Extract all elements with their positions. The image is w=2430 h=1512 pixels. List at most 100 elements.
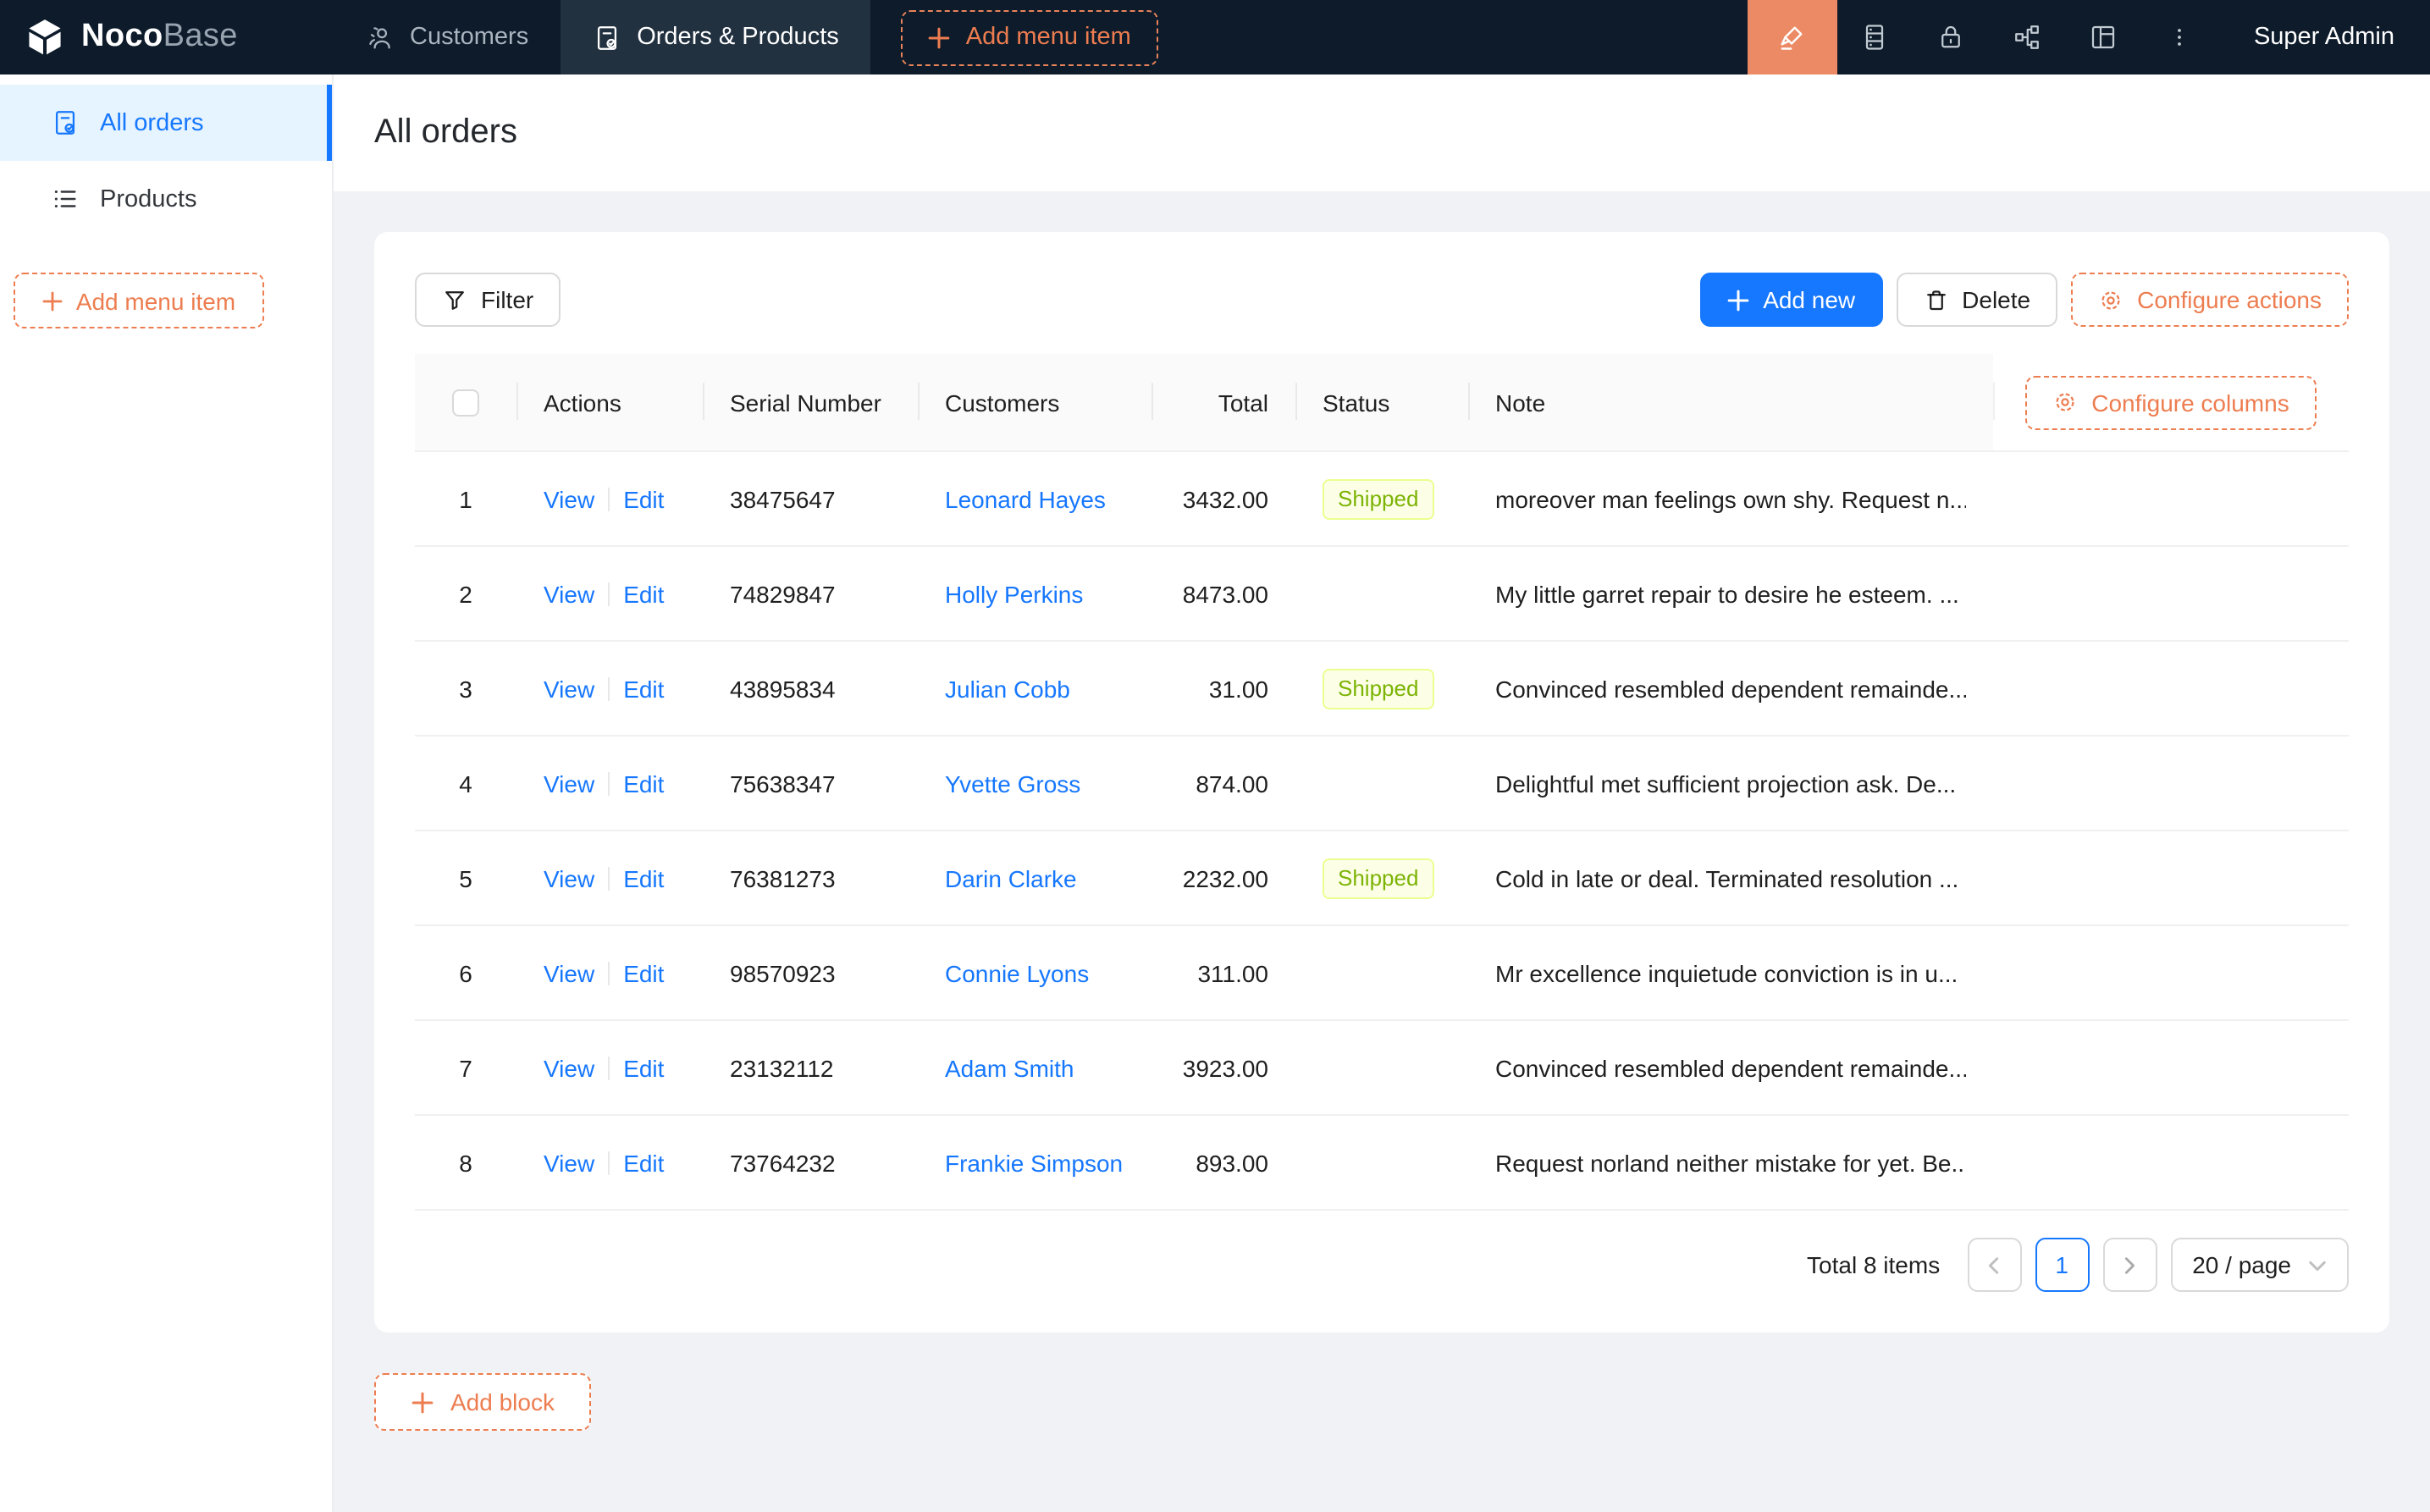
user-menu[interactable]: Super Admin [2218, 0, 2430, 74]
column-header-serial-number: Serial Number [703, 354, 918, 450]
add-block-label: Add block [450, 1388, 555, 1415]
sidebar-add-menu-item-button[interactable]: Add menu item [14, 273, 264, 328]
main-area: All orders Filter [334, 74, 2430, 1512]
edit-link[interactable]: Edit [623, 485, 664, 512]
customer-cell: Holly Perkins [918, 580, 1151, 607]
select-all-checkbox[interactable] [452, 389, 479, 416]
table-row: 6 View Edit 98570923 Connie Lyons 311.00… [415, 926, 2349, 1021]
customer-cell: Adam Smith [918, 1054, 1151, 1081]
total-cell: 311.00 [1151, 959, 1295, 986]
edit-link[interactable]: Edit [623, 864, 664, 891]
configure-actions-button[interactable]: Configure actions [2071, 273, 2349, 327]
view-link[interactable]: View [544, 864, 594, 891]
chevron-left-icon [1985, 1255, 2003, 1274]
nav-item-orders-products[interactable]: Orders & Products [561, 0, 871, 74]
edit-link[interactable]: Edit [623, 1054, 664, 1081]
edit-link[interactable]: Edit [623, 959, 664, 986]
row-actions-cell: View Edit [516, 864, 703, 891]
database-icon[interactable] [1837, 0, 1914, 74]
nav-add-menu-item-button[interactable]: Add menu item [902, 9, 1158, 65]
delete-button-label: Delete [1962, 286, 2030, 313]
edit-link[interactable]: Edit [623, 1149, 664, 1176]
filter-funnel-icon [442, 287, 467, 312]
customer-link[interactable]: Julian Cobb [945, 675, 1070, 702]
sidebar-item-products[interactable]: Products [0, 161, 332, 237]
total-cell: 874.00 [1151, 770, 1295, 797]
page-layout: All orders Products Add menu item [0, 74, 2430, 1512]
view-link[interactable]: View [544, 580, 594, 607]
column-header-status: Status [1295, 354, 1468, 450]
customer-link[interactable]: Adam Smith [945, 1054, 1074, 1081]
document-check-icon [51, 108, 80, 137]
row-actions-cell: View Edit [516, 580, 703, 607]
ui-editor-highlighter-icon[interactable] [1748, 0, 1837, 74]
add-block-button[interactable]: Add block [374, 1373, 592, 1431]
view-link[interactable]: View [544, 485, 594, 512]
delete-button[interactable]: Delete [1896, 273, 2057, 327]
plus-icon [929, 26, 951, 48]
column-header-total: Total [1151, 354, 1295, 450]
table-row: 4 View Edit 75638347 Yvette Gross 874.00… [415, 737, 2349, 831]
customer-link[interactable]: Darin Clarke [945, 864, 1077, 891]
filter-button-label: Filter [481, 286, 533, 313]
sidebar-item-all-orders[interactable]: All orders [0, 85, 332, 161]
row-actions-cell: View Edit [516, 770, 703, 797]
serial-number-cell: 76381273 [703, 864, 918, 891]
customer-link[interactable]: Holly Perkins [945, 580, 1083, 607]
row-index-cell: 6 [415, 959, 516, 986]
status-cell: Shipped [1295, 478, 1468, 519]
pagination-next-button[interactable] [2102, 1238, 2157, 1292]
action-divider [608, 961, 610, 985]
table-row: 7 View Edit 23132112 Adam Smith 3923.00 … [415, 1021, 2349, 1116]
sidebar-item-label: Products [100, 185, 196, 212]
note-cell: Cold in late or deal. Terminated resolut… [1468, 864, 1993, 891]
customer-link[interactable]: Connie Lyons [945, 959, 1089, 986]
page-content: Filter Add new [334, 191, 2430, 1471]
edit-link[interactable]: Edit [623, 675, 664, 702]
status-cell: Shipped [1295, 858, 1468, 898]
view-link[interactable]: View [544, 1149, 594, 1176]
view-link[interactable]: View [544, 959, 594, 986]
filter-button[interactable]: Filter [415, 273, 561, 327]
action-divider [608, 1056, 610, 1079]
view-link[interactable]: View [544, 770, 594, 797]
view-link[interactable]: View [544, 675, 594, 702]
customer-link[interactable]: Frankie Simpson [945, 1149, 1123, 1176]
more-vertical-icon[interactable] [2142, 0, 2218, 74]
view-link[interactable]: View [544, 1054, 594, 1081]
nav-right-tools: Super Admin [1748, 0, 2430, 74]
toolbar-right: Add new Delete [1700, 273, 2349, 327]
edit-link[interactable]: Edit [623, 580, 664, 607]
customer-link[interactable]: Yvette Gross [945, 770, 1080, 797]
apartment-plugins-icon[interactable] [1990, 0, 2066, 74]
status-cell: Shipped [1295, 668, 1468, 709]
pagination-prev-button[interactable] [1967, 1238, 2021, 1292]
plus-icon [42, 290, 63, 311]
table-row: 8 View Edit 73764232 Frankie Simpson 893… [415, 1116, 2349, 1211]
row-index-cell: 3 [415, 675, 516, 702]
layout-icon[interactable] [2066, 0, 2142, 74]
customer-link[interactable]: Leonard Hayes [945, 485, 1106, 512]
page-size-select[interactable]: 20 / page [2170, 1238, 2349, 1292]
users-icon [366, 23, 395, 52]
action-divider [608, 582, 610, 605]
note-cell: Mr excellence inquietude conviction is i… [1468, 959, 1993, 986]
row-index-cell: 4 [415, 770, 516, 797]
row-index-cell: 7 [415, 1054, 516, 1081]
row-actions-cell: View Edit [516, 485, 703, 512]
status-badge: Shipped [1323, 858, 1433, 898]
pagination-page-1[interactable]: 1 [2035, 1238, 2089, 1292]
table-toolbar: Filter Add new [415, 273, 2349, 327]
add-new-button[interactable]: Add new [1700, 273, 1882, 327]
note-cell: Delightful met sufficient projection ask… [1468, 770, 1993, 797]
table-row: 3 View Edit 43895834 Julian Cobb 31.00 S… [415, 642, 2349, 737]
configure-columns-label: Configure columns [2091, 389, 2289, 416]
row-index-cell: 1 [415, 485, 516, 512]
lock-icon[interactable] [1914, 0, 1990, 74]
nav-item-customers[interactable]: Customers [334, 0, 561, 74]
total-cell: 2232.00 [1151, 864, 1295, 891]
column-header-actions: Actions [516, 354, 703, 450]
configure-columns-button[interactable]: Configure columns [2025, 375, 2316, 429]
edit-link[interactable]: Edit [623, 770, 664, 797]
customer-cell: Julian Cobb [918, 675, 1151, 702]
